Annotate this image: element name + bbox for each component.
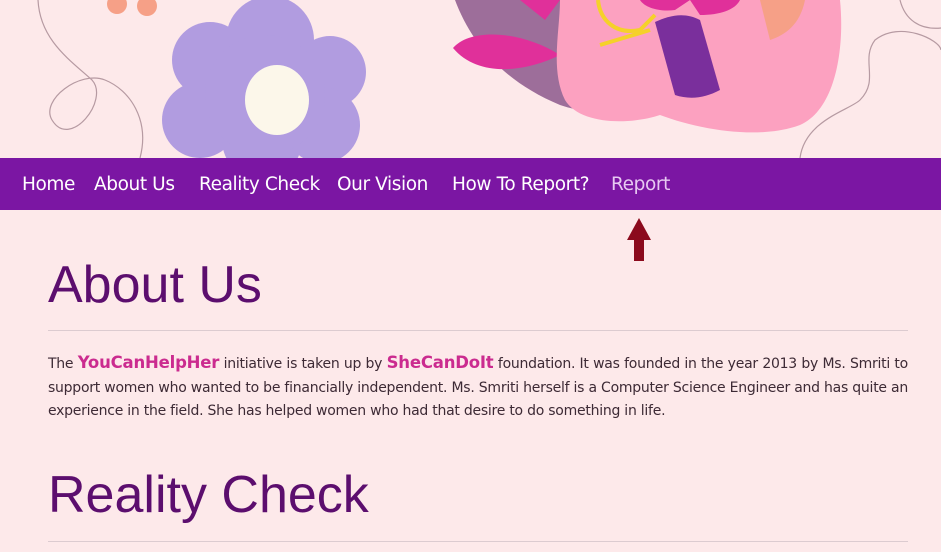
arrow-up-icon — [627, 218, 651, 267]
nav-reality-check[interactable]: Reality Check — [199, 158, 320, 210]
brand-shecandoit: SheCanDoIt — [386, 353, 494, 372]
header-illustration — [0, 0, 941, 158]
nav-about-us[interactable]: About Us — [94, 158, 175, 210]
about-text-2: initiative is taken up by — [219, 356, 387, 372]
nav-report[interactable]: Report — [611, 158, 670, 210]
about-text-1: The — [48, 356, 78, 372]
section-divider — [48, 541, 908, 542]
brand-youcanhelpher: YouCanHelpHer — [77, 353, 220, 372]
section-divider — [48, 330, 908, 331]
reality-check-heading: Reality Check — [48, 466, 369, 524]
about-us-heading: About Us — [48, 256, 262, 314]
nav-home[interactable]: Home — [22, 158, 75, 210]
main-navbar: Home About Us Reality Check Our Vision H… — [0, 158, 941, 210]
about-us-paragraph: The YouCanHelpHer initiative is taken up… — [48, 351, 908, 424]
nav-how-to-report[interactable]: How To Report? — [452, 158, 590, 210]
nav-our-vision[interactable]: Our Vision — [337, 158, 428, 210]
